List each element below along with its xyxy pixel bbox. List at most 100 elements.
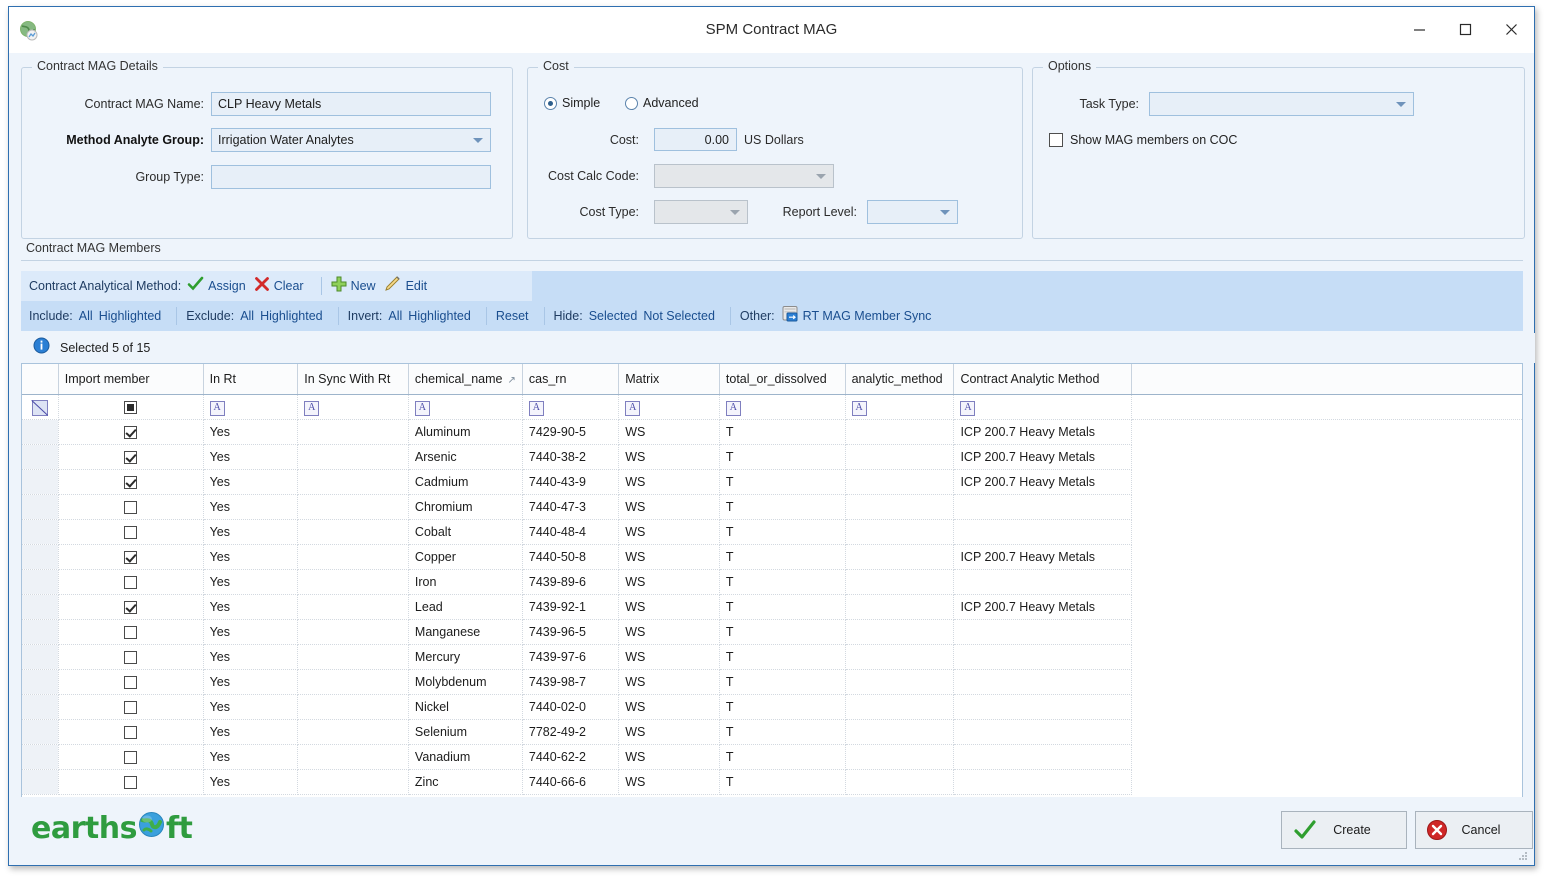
cell-total_or_dissolved[interactable]: T [719, 494, 846, 520]
filter-input-contract_analytic_method[interactable]: A [953, 394, 1132, 420]
cell-in_sync_with_rt[interactable] [297, 769, 409, 795]
row-selector[interactable] [22, 444, 59, 470]
cell-chemical_name[interactable]: Aluminum [408, 419, 523, 445]
cell-total_or_dissolved[interactable]: T [719, 419, 846, 445]
row-selector[interactable] [22, 569, 59, 595]
cell-chemical_name[interactable]: Chromium [408, 494, 523, 520]
row-selector[interactable] [22, 644, 59, 670]
column-header-chemical_name[interactable]: chemical_name ↗ [408, 364, 523, 395]
row-selector[interactable] [22, 744, 59, 770]
filter-input-total_or_dissolved[interactable]: A [719, 394, 846, 420]
cell-cas_rn[interactable]: 7429-90-5 [522, 419, 620, 445]
cell-contract_analytic_method[interactable]: ICP 200.7 Heavy Metals [953, 469, 1132, 495]
cell-total_or_dissolved[interactable]: T [719, 594, 846, 620]
cell-chemical_name[interactable]: Cadmium [408, 469, 523, 495]
cell-in_sync_with_rt[interactable] [297, 619, 409, 645]
cell-total_or_dissolved[interactable]: T [719, 694, 846, 720]
group-type-input[interactable] [211, 165, 491, 189]
cell-analytic_method[interactable] [845, 519, 955, 545]
cell-in_rt[interactable]: Yes [203, 719, 299, 745]
cell-in_sync_with_rt[interactable] [297, 594, 409, 620]
cell-chemical_name[interactable]: Nickel [408, 694, 523, 720]
cell-analytic_method[interactable] [845, 569, 955, 595]
cell-total_or_dissolved[interactable]: T [719, 544, 846, 570]
cell-chemical_name[interactable]: Zinc [408, 769, 523, 795]
cell-import-member[interactable] [58, 419, 204, 445]
cell-import-member[interactable] [58, 669, 204, 695]
cell-chemical_name[interactable]: Iron [408, 569, 523, 595]
cell-in_rt[interactable]: Yes [203, 744, 299, 770]
exclude-all-button[interactable]: All [240, 309, 254, 323]
cell-cas_rn[interactable]: 7439-89-6 [522, 569, 620, 595]
table-row[interactable]: Yes Vanadium 7440-62-2 WS T [22, 744, 1522, 770]
cell-contract_analytic_method[interactable]: ICP 200.7 Heavy Metals [953, 594, 1132, 620]
cell-import-member[interactable] [58, 444, 204, 470]
cell-chemical_name[interactable]: Mercury [408, 644, 523, 670]
cell-in_sync_with_rt[interactable] [297, 544, 409, 570]
cell-chemical_name[interactable]: Molybdenum [408, 669, 523, 695]
cell-contract_analytic_method[interactable] [953, 769, 1132, 795]
cell-cas_rn[interactable]: 7440-43-9 [522, 469, 620, 495]
table-row[interactable]: Yes Selenium 7782-49-2 WS T [22, 719, 1522, 745]
cell-analytic_method[interactable] [845, 469, 955, 495]
row-selector[interactable] [22, 419, 59, 445]
cell-contract_analytic_method[interactable]: ICP 200.7 Heavy Metals [953, 419, 1132, 445]
filter-input-cas_rn[interactable]: A [522, 394, 620, 420]
filter-row[interactable]: AAAAAAAA [22, 394, 1522, 420]
invert-all-button[interactable]: All [388, 309, 402, 323]
cell-cas_rn[interactable]: 7439-98-7 [522, 669, 620, 695]
cell-total_or_dissolved[interactable]: T [719, 744, 846, 770]
cell-analytic_method[interactable] [845, 694, 955, 720]
filter-input-matrix[interactable]: A [618, 394, 720, 420]
resize-grip-icon[interactable] [1517, 849, 1529, 861]
cost-mode-advanced-radio[interactable]: Advanced [625, 96, 699, 110]
row-selector[interactable] [22, 494, 59, 520]
cell-matrix[interactable]: WS [618, 419, 720, 445]
table-row[interactable]: Yes Copper 7440-50-8 WS T ICP 200.7 Heavy Met… [22, 544, 1522, 570]
cell-cas_rn[interactable]: 7440-02-0 [522, 694, 620, 720]
column-header-import_member[interactable]: Import member [58, 364, 204, 395]
cell-in_sync_with_rt[interactable] [297, 569, 409, 595]
cell-contract_analytic_method[interactable] [953, 694, 1132, 720]
column-header-matrix[interactable]: Matrix [618, 364, 720, 395]
filter-input-in_sync_with_rt[interactable]: A [297, 394, 409, 420]
table-row[interactable]: Yes Mercury 7439-97-6 WS T [22, 644, 1522, 670]
show-mag-members-checkbox[interactable]: Show MAG members on COC [1049, 133, 1237, 147]
cell-total_or_dissolved[interactable]: T [719, 669, 846, 695]
cell-matrix[interactable]: WS [618, 744, 720, 770]
cell-chemical_name[interactable]: Lead [408, 594, 523, 620]
cell-cas_rn[interactable]: 7440-47-3 [522, 494, 620, 520]
cell-import-member[interactable] [58, 619, 204, 645]
cell-in_sync_with_rt[interactable] [297, 494, 409, 520]
cell-analytic_method[interactable] [845, 444, 955, 470]
cancel-button[interactable]: Cancel [1415, 811, 1533, 849]
select-all-cell[interactable] [22, 394, 59, 420]
cell-in_rt[interactable]: Yes [203, 769, 299, 795]
cell-analytic_method[interactable] [845, 644, 955, 670]
cell-import-member[interactable] [58, 644, 204, 670]
reset-button[interactable]: Reset [496, 309, 529, 323]
cell-in_rt[interactable]: Yes [203, 544, 299, 570]
cell-matrix[interactable]: WS [618, 694, 720, 720]
clear-button[interactable]: Clear [254, 276, 310, 297]
cell-contract_analytic_method[interactable] [953, 669, 1132, 695]
cell-in_sync_with_rt[interactable] [297, 469, 409, 495]
table-row[interactable]: Yes Chromium 7440-47-3 WS T [22, 494, 1522, 520]
cell-import-member[interactable] [58, 469, 204, 495]
cell-chemical_name[interactable]: Manganese [408, 619, 523, 645]
cell-total_or_dissolved[interactable]: T [719, 644, 846, 670]
hide-not-selected-button[interactable]: Not Selected [643, 309, 715, 323]
cell-import-member[interactable] [58, 594, 204, 620]
cell-analytic_method[interactable] [845, 494, 955, 520]
cell-cas_rn[interactable]: 7439-97-6 [522, 644, 620, 670]
cell-in_rt[interactable]: Yes [203, 594, 299, 620]
close-button[interactable] [1488, 7, 1534, 52]
cell-total_or_dissolved[interactable]: T [719, 769, 846, 795]
cell-matrix[interactable]: WS [618, 719, 720, 745]
minimize-button[interactable] [1396, 7, 1442, 52]
filter-input-in_rt[interactable]: A [203, 394, 299, 420]
include-all-button[interactable]: All [79, 309, 93, 323]
cell-matrix[interactable]: WS [618, 444, 720, 470]
assign-button[interactable]: Assign [187, 276, 252, 297]
cell-in_sync_with_rt[interactable] [297, 669, 409, 695]
